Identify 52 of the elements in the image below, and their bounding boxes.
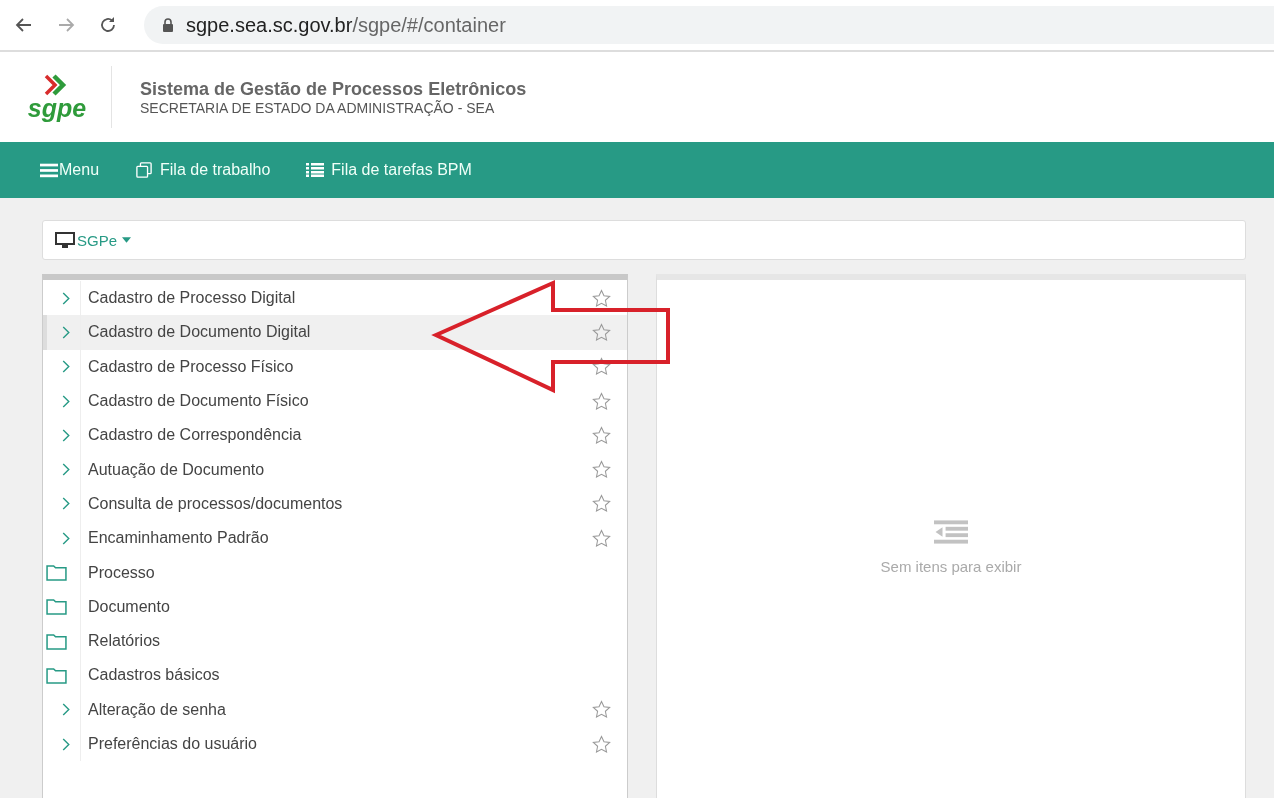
menu-item[interactable]: Cadastro de Correspondência [43,418,627,453]
chevron-icon [62,497,70,511]
lock-icon [162,18,174,32]
star-icon[interactable] [592,494,611,514]
folder-icon [46,632,67,650]
chevron-icon [62,428,70,442]
menu-item[interactable]: Alteração de senha [43,692,627,727]
menu-item[interactable]: Autuação de Documento [43,452,627,487]
menu-icon [40,162,58,178]
menu-item[interactable]: Encaminhamento Padrão [43,521,627,556]
menu-item[interactable]: Processo [43,555,627,590]
chevron-icon [62,737,70,751]
menu-item[interactable]: Consulta de processos/documentos [43,486,627,522]
caret-icon [122,237,132,243]
star-icon[interactable] [592,734,611,754]
menu-item[interactable]: Relatórios [43,623,627,659]
star-icon[interactable] [592,288,611,308]
star-icon[interactable] [592,357,611,377]
menu-item[interactable]: Cadastro de Processo Físico [43,349,627,384]
star-icon[interactable] [592,425,611,445]
star-icon[interactable] [592,700,611,720]
system-dropdown[interactable]: SGPe [55,231,132,249]
address-bar[interactable]: sgpe.sea.sc.gov.br/sgpe/#/container [144,6,1274,44]
chevron-icon [62,360,70,374]
monitor-icon [55,231,75,249]
system-title: Sistema de Gestão de Processos Eletrônicos [140,78,527,100]
list-icon [306,162,325,178]
outdent-icon [934,520,968,544]
copy-icon [135,162,154,178]
star-icon[interactable] [592,391,611,411]
sgpe-logo: sgpe [17,66,112,128]
folder-icon [46,564,67,581]
menu-item[interactable]: Documento [43,589,627,624]
star-icon[interactable] [592,460,611,480]
chevron-icon [62,531,70,545]
star-icon[interactable] [592,322,611,342]
menu-item[interactable]: Cadastro de Documento Físico [43,383,627,419]
menu-item[interactable]: Cadastros básicos [43,658,627,693]
star-icon[interactable] [592,528,611,548]
reload-icon[interactable] [98,15,118,35]
menu-item[interactable]: Cadastro de Documento Digital [43,315,627,350]
url-text: sgpe.sea.sc.gov.br/sgpe/#/container [186,13,506,37]
menu-item[interactable]: Preferências do usuário [43,726,627,762]
chevron-icon [62,703,70,717]
system-subtitle: SECRETARIA DE ESTADO DA ADMINISTRAÇÃO - SEA [140,99,496,116]
folder-icon [46,666,67,684]
empty-message: Sem itens para exibir [880,558,1022,575]
folder-icon [46,598,67,616]
chevron-icon [62,463,70,477]
chevron-icon [62,325,70,339]
chevron-icon [62,291,70,305]
chevron-icon [62,394,70,408]
